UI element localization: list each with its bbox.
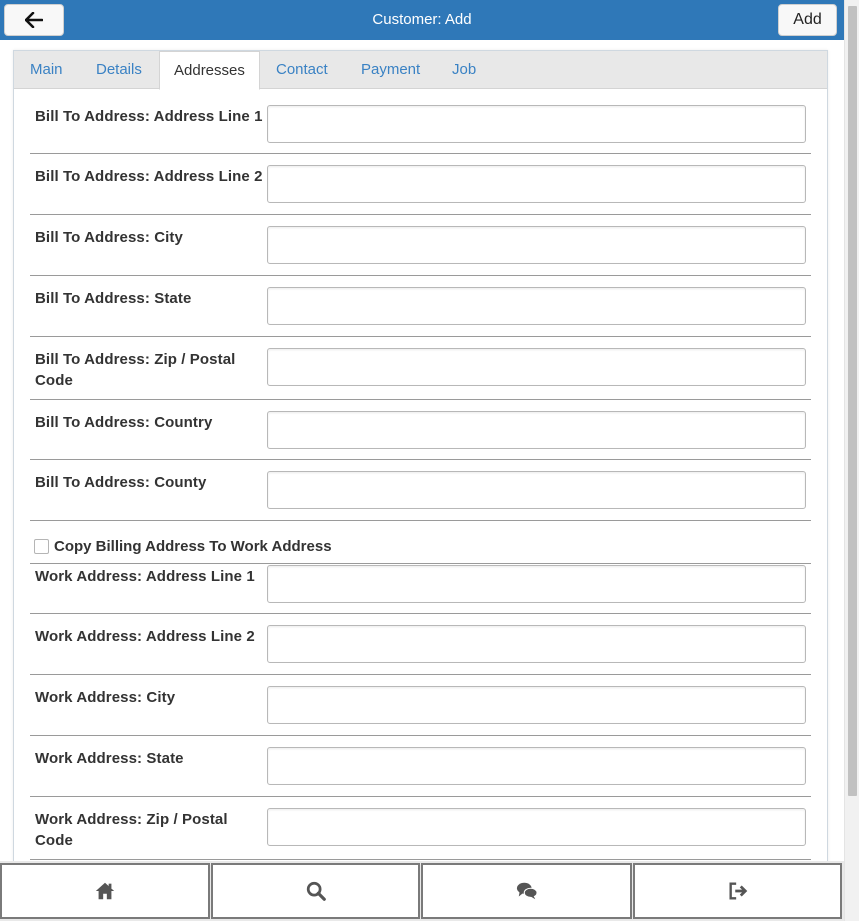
tab-main[interactable]: Main	[30, 51, 63, 89]
page-title: Customer: Add	[372, 11, 472, 28]
vertical-scrollbar[interactable]	[844, 0, 859, 921]
bill-address-line1-input[interactable]	[267, 105, 806, 143]
tab-details[interactable]: Details	[96, 51, 142, 89]
field-label: Bill To Address: State	[35, 290, 192, 307]
field-label: Work Address: State	[35, 750, 184, 767]
back-button[interactable]	[4, 4, 64, 36]
copy-address-checkbox[interactable]	[34, 538, 49, 554]
divider	[30, 520, 811, 521]
field-label: Bill To Address: City	[35, 229, 183, 246]
search-icon	[306, 881, 326, 901]
divider	[30, 399, 811, 400]
chat-button[interactable]	[421, 863, 632, 919]
field-label: Bill To Address: Zip / Postal Code	[35, 351, 236, 389]
divider	[30, 214, 811, 215]
copy-address-row: Copy Billing Address To Work Address	[34, 535, 332, 557]
divider	[30, 563, 811, 564]
scrollbar-thumb[interactable]	[848, 6, 857, 796]
divider	[30, 735, 811, 736]
divider	[30, 859, 811, 860]
field-label: Work Address: Address Line 2	[35, 628, 255, 645]
bill-county-input[interactable]	[267, 471, 806, 509]
copy-address-label[interactable]: Copy Billing Address To Work Address	[54, 538, 332, 555]
footer-nav	[0, 861, 844, 921]
field-label: Work Address: Address Line 1	[35, 568, 255, 585]
divider	[30, 459, 811, 460]
chat-icon	[516, 882, 538, 900]
tab-bar: Main Details Addresses Contact Payment J…	[14, 51, 827, 90]
field-label: Bill To Address: County	[35, 474, 207, 491]
work-address-line1-input[interactable]	[267, 565, 806, 603]
field-label: Bill To Address: Address Line 2	[35, 168, 263, 185]
tab-job[interactable]: Job	[452, 51, 476, 89]
work-address-line2-input[interactable]	[267, 625, 806, 663]
tab-addresses[interactable]: Addresses	[159, 51, 260, 90]
bill-zip-input[interactable]	[267, 348, 806, 386]
bill-state-input[interactable]	[267, 287, 806, 325]
search-button[interactable]	[211, 863, 420, 919]
work-city-input[interactable]	[267, 686, 806, 724]
work-state-input[interactable]	[267, 747, 806, 785]
work-zip-input[interactable]	[267, 808, 806, 846]
field-label: Bill To Address: Address Line 1	[35, 108, 263, 125]
bill-address-line2-input[interactable]	[267, 165, 806, 203]
home-icon	[95, 882, 115, 900]
sign-out-icon	[728, 882, 747, 900]
field-label: Bill To Address: Country	[35, 414, 213, 431]
form-panel: Main Details Addresses Contact Payment J…	[13, 50, 828, 862]
arrow-left-icon	[25, 12, 43, 28]
divider	[30, 275, 811, 276]
divider	[30, 336, 811, 337]
divider	[30, 613, 811, 614]
add-button[interactable]: Add	[778, 4, 837, 36]
divider	[30, 153, 811, 154]
bill-country-input[interactable]	[267, 411, 806, 449]
app-header: Customer: Add Add	[0, 0, 844, 40]
divider	[30, 796, 811, 797]
field-label: Work Address: City	[35, 689, 176, 706]
divider	[30, 674, 811, 675]
sign-out-button[interactable]	[633, 863, 842, 919]
home-button[interactable]	[0, 863, 210, 919]
tab-contact[interactable]: Contact	[276, 51, 328, 89]
tab-payment[interactable]: Payment	[361, 51, 420, 89]
bill-city-input[interactable]	[267, 226, 806, 264]
field-label: Work Address: Zip / Postal Code	[35, 811, 228, 849]
